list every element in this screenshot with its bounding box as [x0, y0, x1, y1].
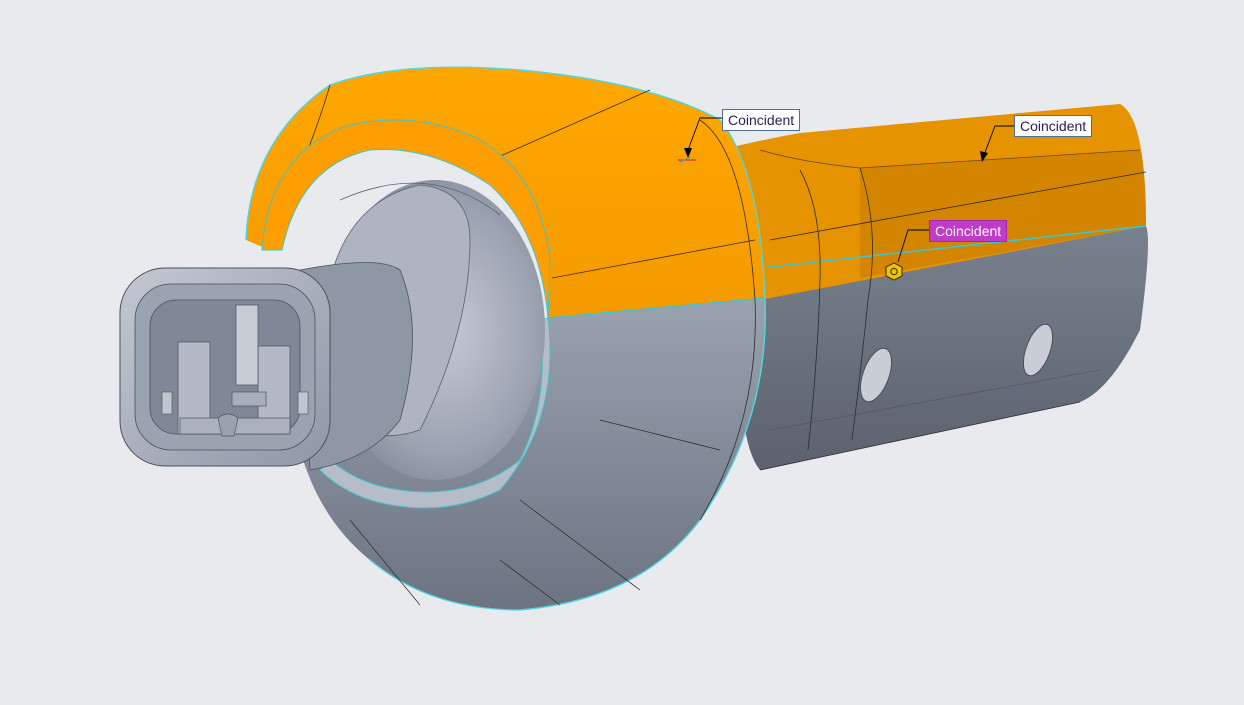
- constraint-label-coincident-3[interactable]: Coincident: [929, 220, 1008, 242]
- constraint-label-coincident-1[interactable]: Coincident: [722, 109, 801, 131]
- constraint-label-coincident-2[interactable]: Coincident: [1014, 115, 1093, 137]
- 3d-viewport[interactable]: Coincident Coincident Coincident: [0, 0, 1244, 700]
- hexagon-nut-icon[interactable]: [885, 262, 903, 281]
- cad-model[interactable]: [0, 0, 1244, 700]
